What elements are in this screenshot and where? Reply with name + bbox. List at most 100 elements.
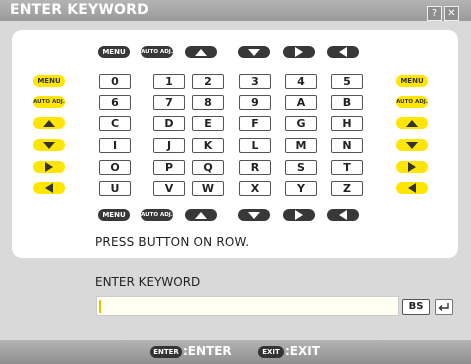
keyword-input[interactable] [96, 296, 399, 316]
arrow-left-icon [408, 183, 416, 193]
left-row3-up-button[interactable] [33, 117, 65, 129]
top-nav-down-button[interactable] [238, 46, 270, 58]
exit-badge-icon: EXIT [258, 346, 284, 358]
key-r[interactable]: R [239, 160, 271, 175]
key-3[interactable]: 3 [239, 74, 271, 89]
left-row5-right-button[interactable] [33, 161, 65, 173]
key-2[interactable]: 2 [192, 74, 224, 89]
key-v[interactable]: V [153, 181, 185, 196]
right-row5-right-button[interactable] [396, 161, 428, 173]
close-button[interactable]: ✕ [444, 6, 459, 21]
key-a[interactable]: A [285, 95, 317, 110]
key-z[interactable]: Z [331, 181, 363, 196]
key-b[interactable]: B [331, 95, 363, 110]
key-9[interactable]: 9 [239, 95, 271, 110]
arrow-left-icon [339, 47, 347, 57]
key-l[interactable]: L [239, 138, 271, 153]
footer-bar: ENTER :ENTER EXIT :EXIT [0, 340, 471, 364]
key-7[interactable]: 7 [153, 95, 185, 110]
key-6[interactable]: 6 [99, 95, 131, 110]
key-t[interactable]: T [331, 160, 363, 175]
text-cursor [99, 300, 101, 313]
key-d[interactable]: D [153, 116, 185, 131]
enter-hint: :ENTER [183, 344, 232, 358]
key-0[interactable]: 0 [99, 74, 131, 89]
button-label: AUTO ADJ. [396, 99, 428, 105]
key-8[interactable]: 8 [192, 95, 224, 110]
top-nav-up-button[interactable] [185, 46, 217, 58]
return-icon [438, 303, 449, 311]
key-c[interactable]: C [99, 116, 131, 131]
key-o[interactable]: O [99, 160, 131, 175]
key-p[interactable]: P [153, 160, 185, 175]
key-y[interactable]: Y [285, 181, 317, 196]
key-w[interactable]: W [192, 181, 224, 196]
arrow-right-icon [295, 210, 303, 220]
key-f[interactable]: F [239, 116, 271, 131]
arrow-up-icon [195, 211, 207, 219]
arrow-left-icon [339, 210, 347, 220]
arrow-up-icon [406, 119, 418, 127]
button-label: MENU [102, 48, 126, 56]
key-x[interactable]: X [239, 181, 271, 196]
bottom-nav-down-button[interactable] [238, 209, 270, 221]
key-s[interactable]: S [285, 160, 317, 175]
top-nav-auto-adj-button[interactable]: AUTO ADJ. [141, 46, 173, 58]
top-nav-left-button[interactable] [327, 46, 359, 58]
key-m[interactable]: M [285, 138, 317, 153]
left-row6-left-button[interactable] [33, 182, 65, 194]
key-j[interactable]: J [153, 138, 185, 153]
keypad-panel [12, 30, 458, 258]
key-n[interactable]: N [331, 138, 363, 153]
bottom-nav-left-button[interactable] [327, 209, 359, 221]
key-q[interactable]: Q [192, 160, 224, 175]
key-i[interactable]: I [99, 138, 131, 153]
arrow-up-icon [43, 119, 55, 127]
button-label: AUTO ADJ. [141, 212, 173, 218]
key-k[interactable]: K [192, 138, 224, 153]
arrow-right-icon [408, 162, 416, 172]
title-bar: ENTER KEYWORD ? ✕ [0, 0, 471, 21]
arrow-right-icon [295, 47, 303, 57]
right-row4-down-button[interactable] [396, 139, 428, 151]
button-label: AUTO ADJ. [141, 49, 173, 55]
key-4[interactable]: 4 [285, 74, 317, 89]
enter-key-button[interactable] [435, 299, 453, 315]
arrow-down-icon [248, 48, 260, 56]
bottom-nav-right-button[interactable] [283, 209, 315, 221]
keyword-label: ENTER KEYWORD [95, 275, 201, 289]
bottom-nav-auto-adj-button[interactable]: AUTO ADJ. [141, 209, 173, 221]
right-row3-up-button[interactable] [396, 117, 428, 129]
arrow-down-icon [406, 141, 418, 149]
right-row6-left-button[interactable] [396, 182, 428, 194]
exit-hint: :EXIT [285, 344, 320, 358]
instruction-text: PRESS BUTTON ON ROW. [95, 235, 250, 249]
top-nav-menu-button[interactable]: MENU [98, 46, 130, 58]
key-g[interactable]: G [285, 116, 317, 131]
arrow-down-icon [248, 211, 260, 219]
help-button[interactable]: ? [427, 6, 442, 21]
button-label: MENU [400, 77, 424, 85]
right-row1-menu-button[interactable]: MENU [396, 75, 428, 87]
right-row2-auto-adj-button[interactable]: AUTO ADJ. [396, 96, 428, 108]
top-nav-right-button[interactable] [283, 46, 315, 58]
key-u[interactable]: U [99, 181, 131, 196]
key-e[interactable]: E [192, 116, 224, 131]
button-label: MENU [37, 77, 61, 85]
bottom-nav-up-button[interactable] [185, 209, 217, 221]
left-row1-menu-button[interactable]: MENU [33, 75, 65, 87]
dialog-title: ENTER KEYWORD [10, 2, 149, 18]
button-label: AUTO ADJ. [33, 99, 65, 105]
backspace-button[interactable]: BS [402, 299, 430, 315]
key-h[interactable]: H [331, 116, 363, 131]
arrow-down-icon [43, 141, 55, 149]
key-5[interactable]: 5 [331, 74, 363, 89]
arrow-up-icon [195, 48, 207, 56]
key-1[interactable]: 1 [153, 74, 185, 89]
arrow-left-icon [45, 183, 53, 193]
left-row4-down-button[interactable] [33, 139, 65, 151]
bottom-nav-menu-button[interactable]: MENU [98, 209, 130, 221]
arrow-right-icon [45, 162, 53, 172]
left-row2-auto-adj-button[interactable]: AUTO ADJ. [33, 96, 65, 108]
keyword-dialog: ENTER KEYWORD ? ✕ PRESS BUTTON ON ROW. E… [0, 0, 471, 364]
